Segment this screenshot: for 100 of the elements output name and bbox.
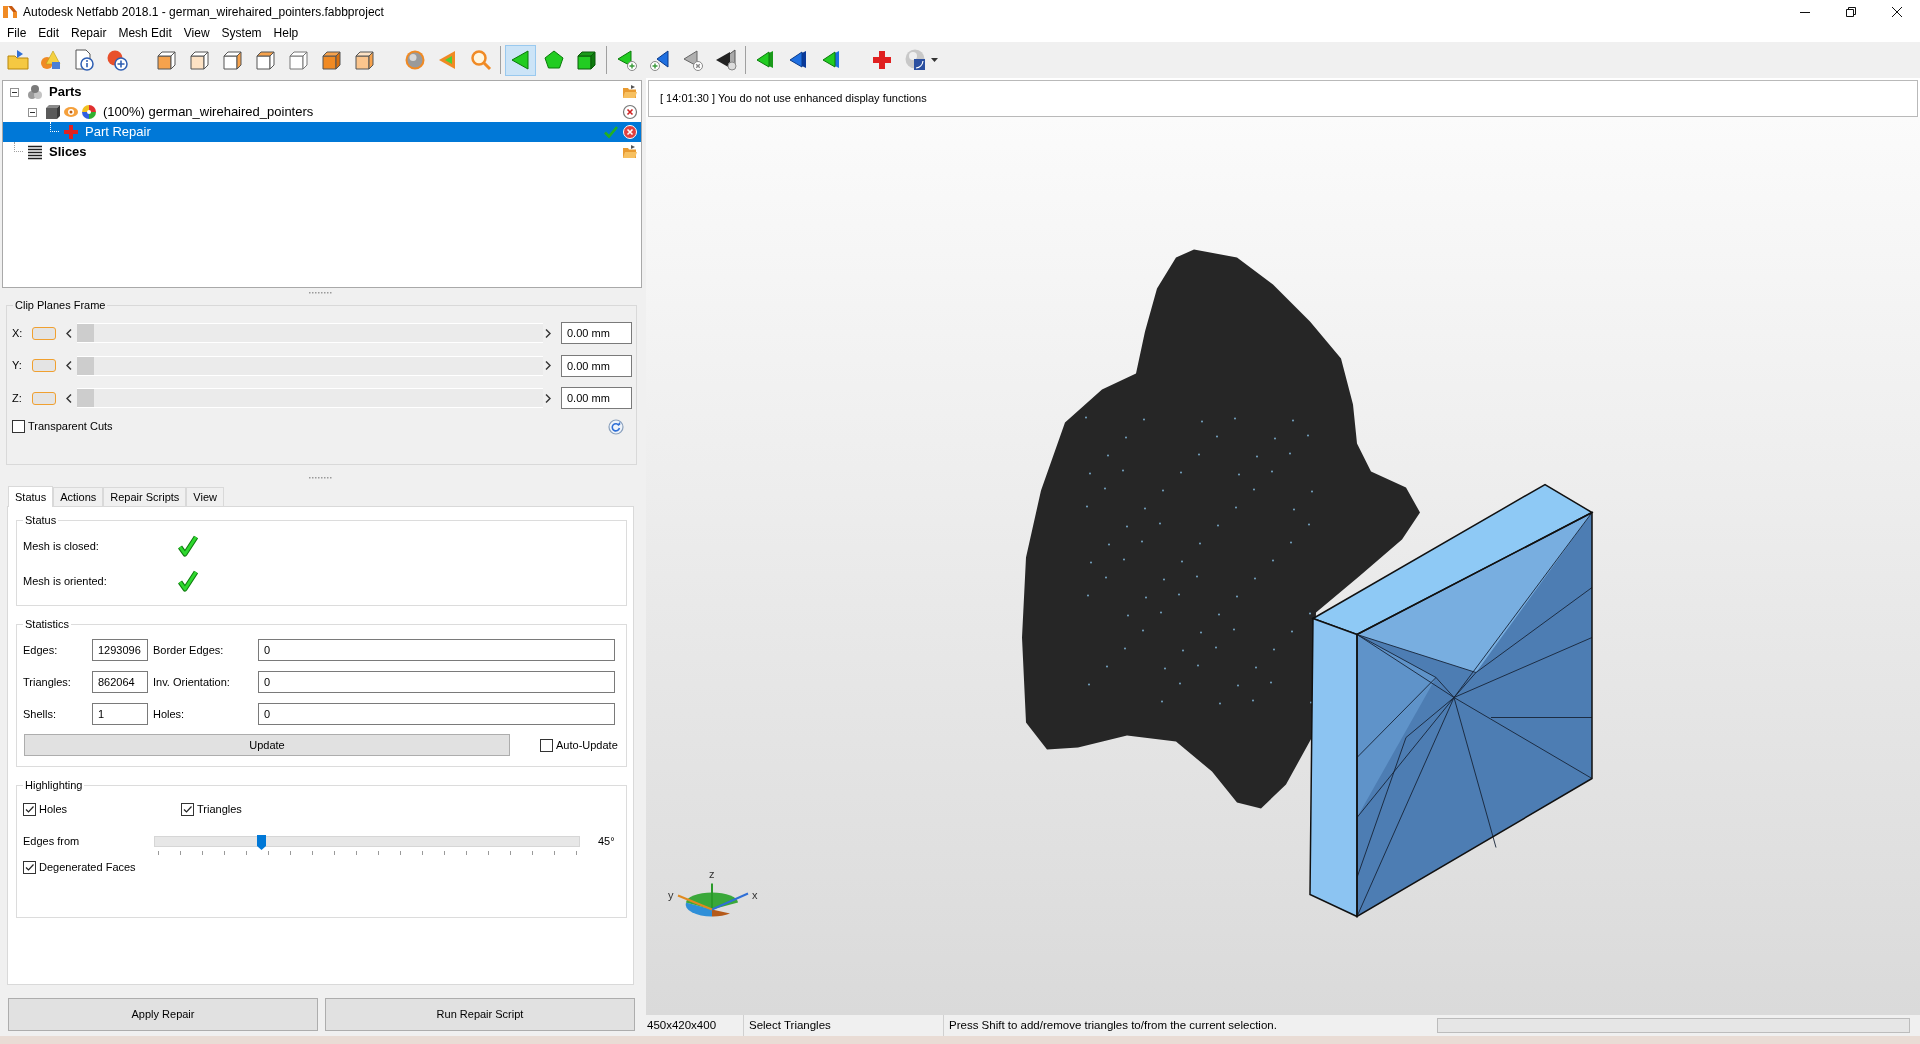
slider-thumb[interactable]: [77, 324, 94, 342]
color-wheel-icon: [81, 104, 97, 120]
menu-item[interactable]: Help: [267, 25, 305, 41]
cross-icon: [63, 124, 79, 140]
log-entry: [ 14:01:30 ] You do not use enhanced display functions: [660, 91, 927, 107]
chevron-left-icon[interactable]: [66, 393, 72, 403]
clip-toggle[interactable]: [32, 391, 56, 405]
folder-icon: [5, 48, 30, 72]
axis-label: Y:: [12, 358, 23, 374]
sphere-icon: [904, 48, 928, 72]
axis-label: x: [752, 888, 758, 901]
status-label: Mesh is oriented:: [23, 573, 108, 589]
field-label: Triangles:: [23, 674, 72, 690]
chevron-right-icon[interactable]: [545, 393, 551, 403]
chevron-left-icon[interactable]: [66, 361, 72, 370]
tab[interactable]: Actions: [53, 487, 104, 506]
cube-icon: [154, 48, 179, 72]
checkbox-label: Degenerated Faces: [39, 859, 136, 875]
checkbox[interactable]: [181, 802, 194, 816]
splitter-handle[interactable]: [309, 476, 333, 480]
cube-icon: [220, 48, 245, 72]
group-title: Highlighting: [24, 778, 84, 792]
checkbox-label: Holes: [39, 801, 68, 817]
cube-icon: [319, 48, 344, 72]
check-icon: [603, 124, 619, 140]
cube-icon: [45, 104, 61, 120]
shapes-icon: [38, 48, 63, 72]
action-button[interactable]: Run Repair Script: [325, 998, 635, 1031]
slider-thumb[interactable]: [77, 389, 94, 407]
clip-toggle[interactable]: [32, 326, 56, 340]
expand-toggle[interactable]: [27, 107, 37, 117]
field-label: Inv. Orientation:: [153, 674, 231, 690]
checkbox[interactable]: [12, 420, 25, 433]
value-input[interactable]: 0: [258, 703, 615, 725]
cube-icon: [253, 48, 278, 72]
close-icon[interactable]: [622, 104, 638, 120]
expand-toggle[interactable]: [9, 87, 19, 97]
axis-gizmo-icon: [677, 882, 749, 917]
tree-item[interactable]: Slices: [3, 142, 641, 162]
tree-item[interactable]: (100%) german_wirehaired_pointers: [3, 102, 641, 122]
menu-item[interactable]: File: [1, 25, 33, 41]
value-input[interactable]: 0: [258, 671, 615, 693]
update-button[interactable]: Update: [24, 734, 510, 756]
cube-icon: [187, 48, 212, 72]
search-icon: [468, 48, 493, 72]
cube-icon: [286, 48, 311, 72]
menu-item[interactable]: System: [215, 25, 268, 41]
triangle-plus-icon: [647, 48, 672, 72]
status-text: Press Shift to add/remove triangles to/from the current selection.: [949, 1017, 1277, 1033]
eye-icon: [63, 104, 79, 120]
status-text: Select Triangles: [749, 1017, 831, 1033]
tab[interactable]: Repair Scripts: [103, 487, 187, 506]
splitter-handle[interactable]: [309, 291, 333, 295]
clip-toggle[interactable]: [32, 359, 56, 372]
status-label: Mesh is closed:: [23, 538, 100, 554]
tab[interactable]: View: [186, 487, 224, 506]
action-button[interactable]: Apply Repair: [8, 998, 318, 1031]
folder-icon[interactable]: [622, 84, 638, 100]
value-input[interactable]: 1: [92, 703, 148, 725]
chevron-left-icon[interactable]: [66, 328, 72, 338]
field-label: Shells:: [23, 706, 58, 722]
value-input[interactable]: 0: [258, 639, 615, 661]
value-input[interactable]: 0.00 mm: [561, 387, 632, 409]
slider-thumb[interactable]: [77, 356, 94, 375]
menu-item[interactable]: Repair: [65, 25, 113, 41]
spheres-icon: [27, 84, 43, 100]
caret-icon: [931, 58, 938, 62]
checkbox-label: Triangles: [197, 801, 242, 817]
group-title: Status: [24, 513, 58, 527]
tree-item[interactable]: Parts: [3, 82, 641, 102]
chevron-right-icon[interactable]: [545, 361, 551, 370]
cube-icon: [574, 48, 599, 72]
axis-label: X:: [12, 325, 24, 341]
tree-item[interactable]: Part Repair: [3, 122, 641, 142]
pentagon-icon: [541, 48, 566, 72]
checkbox[interactable]: [23, 860, 36, 874]
status-text: 450x420x400: [647, 1017, 717, 1033]
app-logo-icon: [3, 5, 17, 19]
folder-icon[interactable]: [622, 144, 638, 160]
checkbox-label: Transparent Cuts: [28, 419, 113, 435]
checkbox[interactable]: [23, 802, 36, 816]
slider-thumb[interactable]: [256, 835, 266, 850]
menu-item[interactable]: Mesh Edit: [112, 25, 178, 41]
list-icon: [27, 144, 43, 160]
restore-icon: [1846, 7, 1856, 17]
tab[interactable]: Status: [8, 486, 54, 507]
menu-item[interactable]: View: [177, 25, 216, 41]
value-input[interactable]: 862064: [92, 671, 148, 693]
refresh-icon[interactable]: [608, 418, 624, 435]
checkbox[interactable]: [540, 738, 553, 752]
menu-item[interactable]: Edit: [32, 25, 66, 41]
chevron-right-icon[interactable]: [545, 328, 551, 338]
slider-label: Edges from: [23, 834, 81, 848]
value-input[interactable]: 0.00 mm: [561, 354, 632, 377]
field-label: Holes:: [153, 706, 186, 722]
value-input[interactable]: 0.00 mm: [561, 322, 632, 344]
slider-track[interactable]: [154, 836, 580, 847]
field-label: Edges:: [23, 642, 59, 658]
cube-icon: [352, 48, 377, 72]
value-input[interactable]: 1293096: [92, 639, 148, 661]
